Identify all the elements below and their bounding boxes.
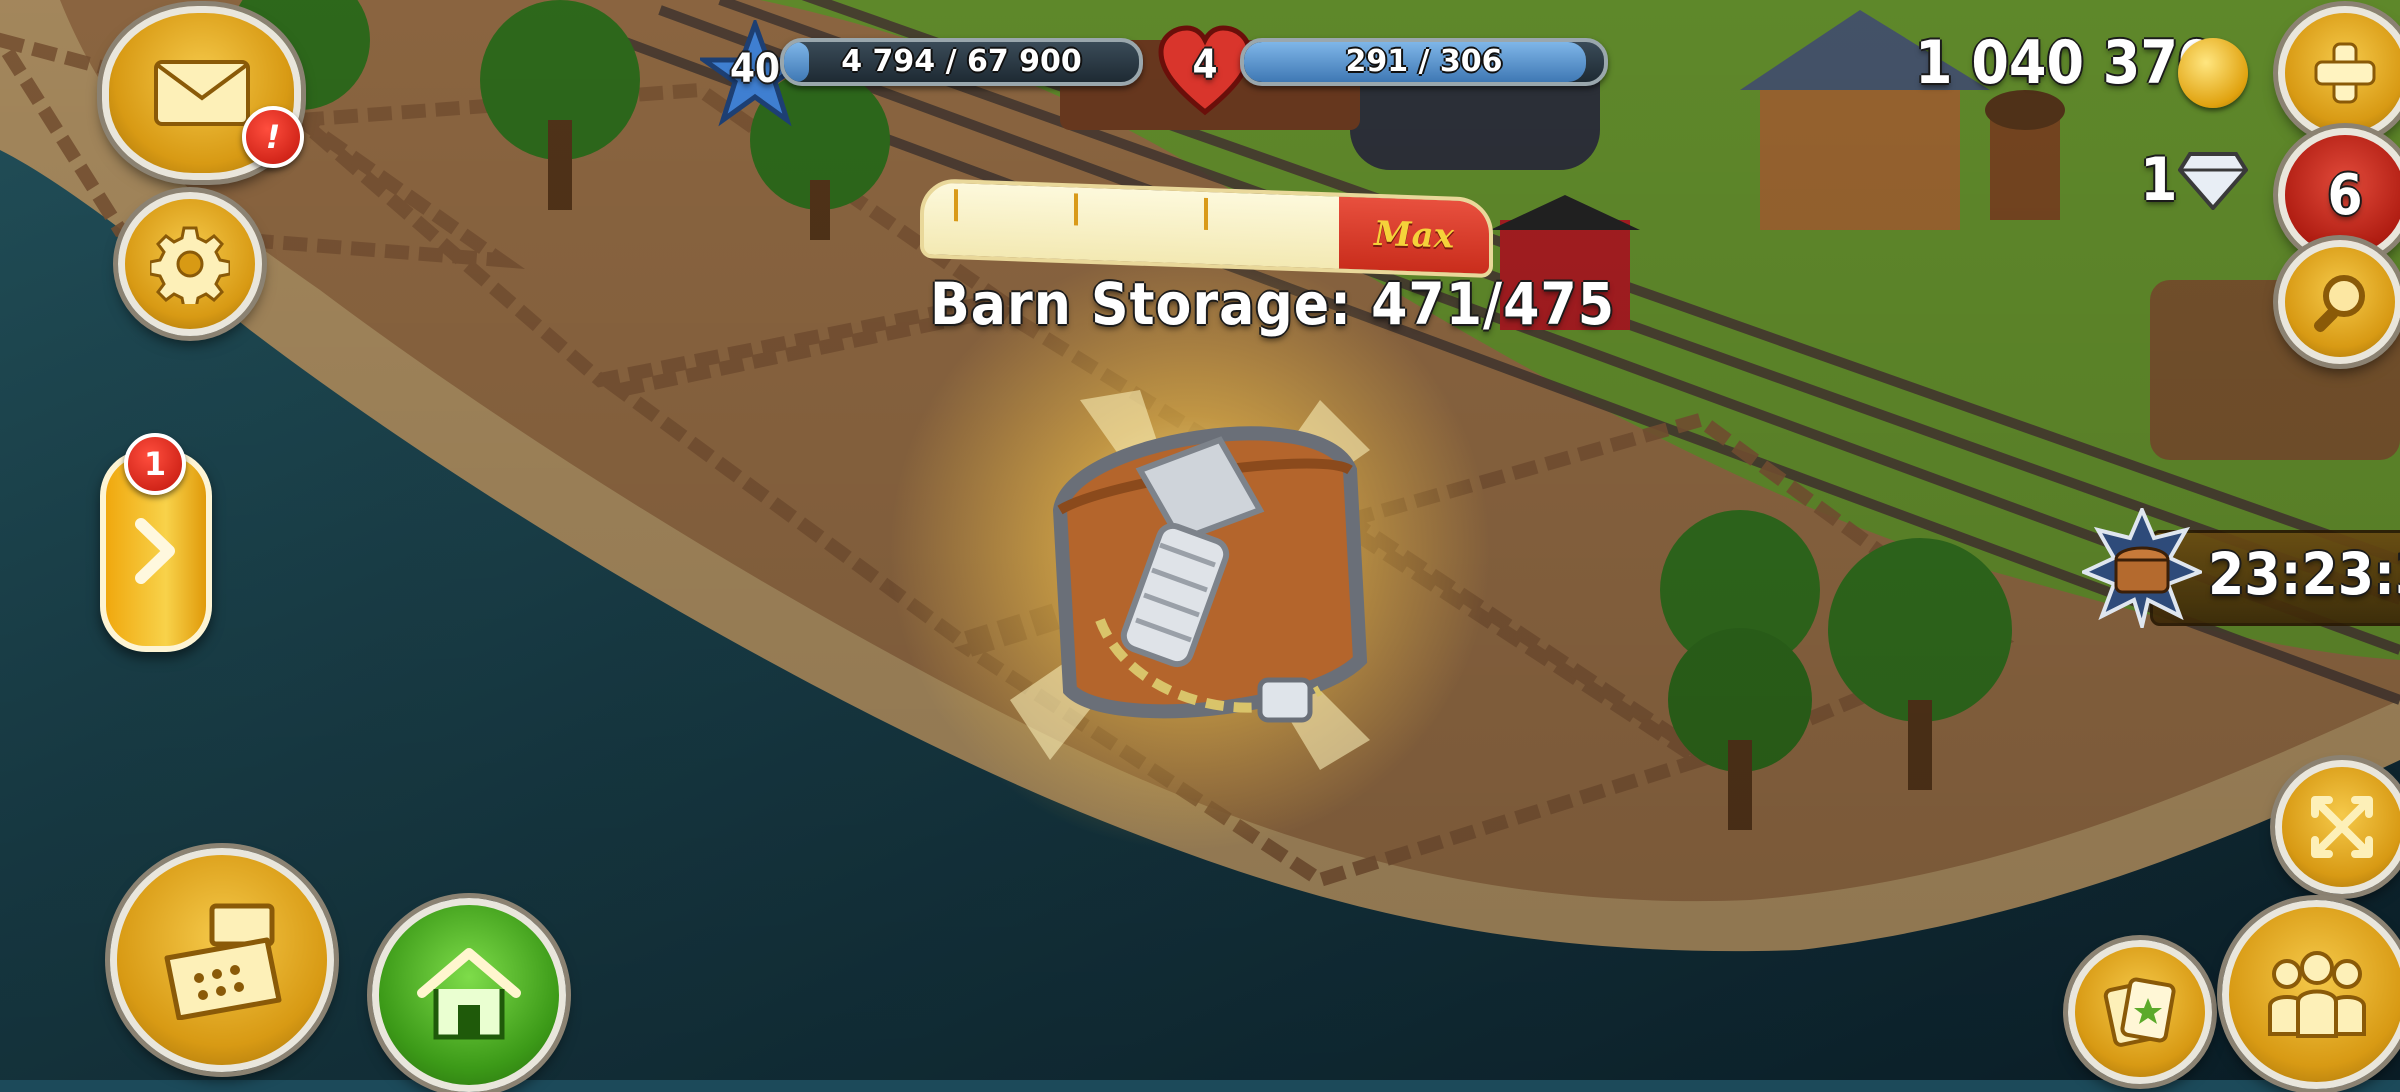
diamond-icon xyxy=(2177,150,2249,212)
envelope-icon xyxy=(153,60,250,126)
xp-progress-bar[interactable]: 4 794 / 67 900 xyxy=(780,38,1143,86)
hearts-badge[interactable]: 4 xyxy=(1155,22,1255,122)
expand-view-button[interactable] xyxy=(2275,760,2400,894)
gear-icon xyxy=(150,226,230,304)
hearts-progress-label: 291 / 306 xyxy=(1345,44,1503,79)
xp-label: 4 794 / 67 900 xyxy=(841,44,1082,79)
side-tab-count-badge: 1 xyxy=(124,433,186,495)
meter-tick xyxy=(1204,197,1208,231)
meter-tick xyxy=(1074,193,1078,226)
coins-count: 1 040 370 xyxy=(1915,28,2216,98)
coin-icon xyxy=(2178,38,2248,108)
arrows-expand-icon xyxy=(2311,796,2373,858)
friends-button[interactable] xyxy=(2222,900,2400,1089)
house-icon xyxy=(417,948,521,1040)
event-timer: 23:23:31 xyxy=(2208,540,2400,608)
plus-icon xyxy=(2314,42,2376,104)
cards-icon xyxy=(2103,977,2176,1047)
cash-register-icon xyxy=(164,903,282,1020)
chevron-right-icon xyxy=(135,518,175,584)
storage-upgrade-chest[interactable] xyxy=(990,360,1410,780)
settings-button[interactable] xyxy=(118,192,262,336)
treasure-chest-icon xyxy=(1010,390,1370,770)
home-button[interactable] xyxy=(372,898,566,1092)
search-button[interactable] xyxy=(2278,240,2400,364)
barn-storage-label: Barn Storage: 471/475 xyxy=(930,270,1616,338)
shop-button[interactable] xyxy=(110,848,334,1072)
people-icon xyxy=(2267,950,2366,1038)
add-currency-button[interactable] xyxy=(2278,6,2400,140)
gem-offer-count: 6 xyxy=(2327,162,2363,228)
treasure-chest-icon xyxy=(2078,504,2206,634)
magnifier-icon xyxy=(2313,275,2365,333)
mail-alert-badge: ! xyxy=(242,106,304,168)
hearts-progress-bar[interactable]: 291 / 306 xyxy=(1240,38,1608,86)
gems-count: 1 xyxy=(2140,145,2178,215)
decorate-button[interactable] xyxy=(2068,940,2212,1084)
meter-tick xyxy=(954,189,958,222)
meter-max-label: Max xyxy=(1339,196,1489,274)
event-chest-icon xyxy=(2078,504,2206,634)
